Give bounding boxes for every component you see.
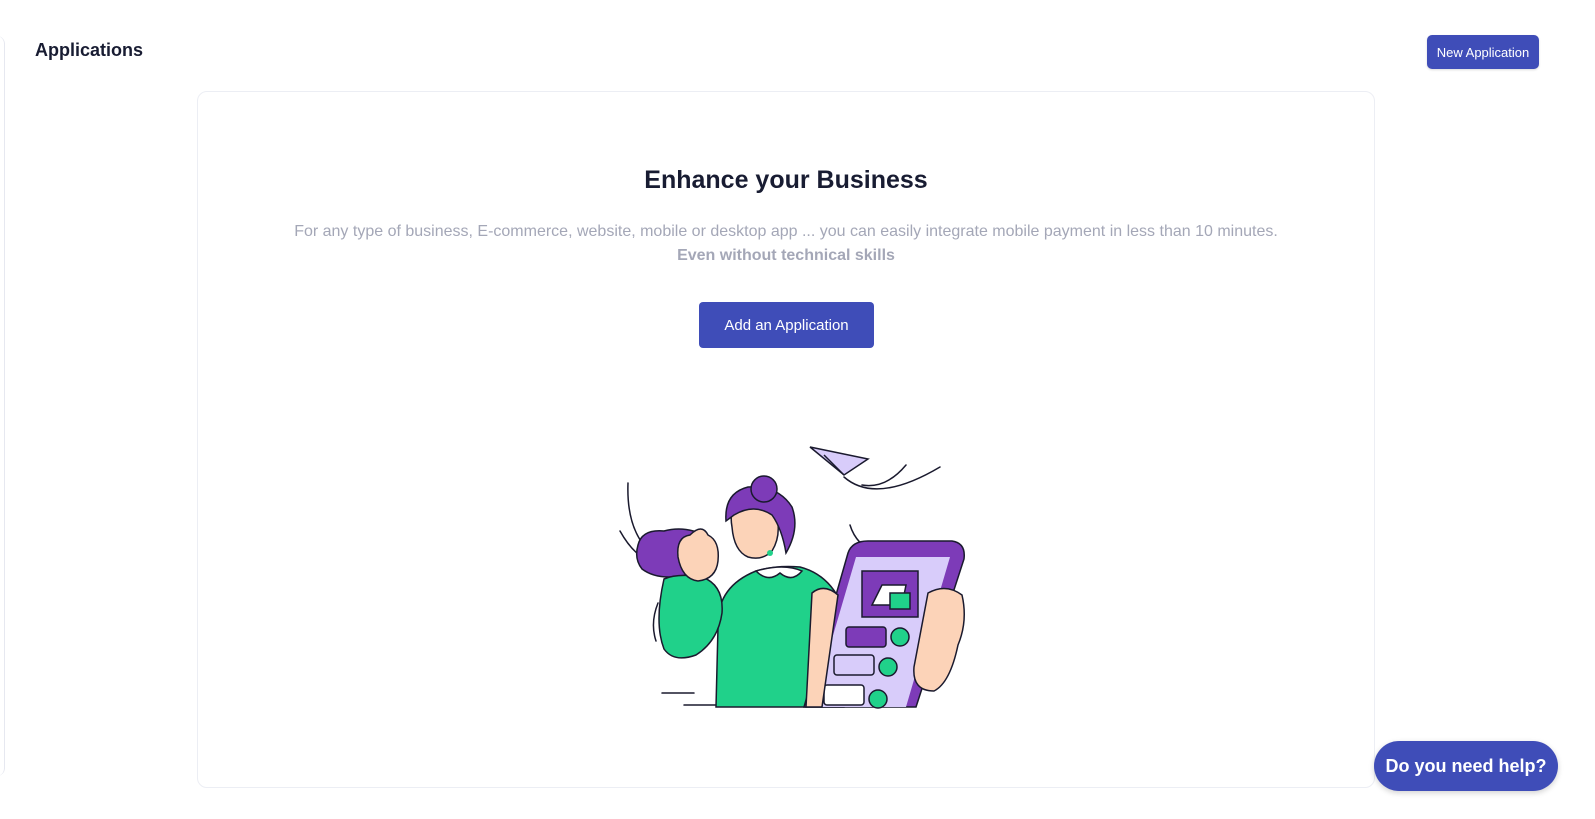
new-application-button[interactable]: New Application bbox=[1427, 35, 1539, 69]
hero-title: Enhance your Business bbox=[644, 166, 928, 194]
sidebar-edge bbox=[0, 36, 5, 776]
page-title: Applications bbox=[35, 40, 144, 60]
hero-description-strong: Even without technical skills bbox=[677, 247, 895, 264]
woman-holding-phone-illustration bbox=[619, 446, 965, 709]
hero-description: For any type of business, E-commerce, we… bbox=[294, 223, 1278, 240]
add-application-button[interactable]: Add an Application bbox=[699, 302, 874, 348]
empty-state-card: Enhance your Business For any type of bu… bbox=[197, 91, 1375, 788]
help-chat-button[interactable]: Do you need help? bbox=[1374, 741, 1558, 791]
